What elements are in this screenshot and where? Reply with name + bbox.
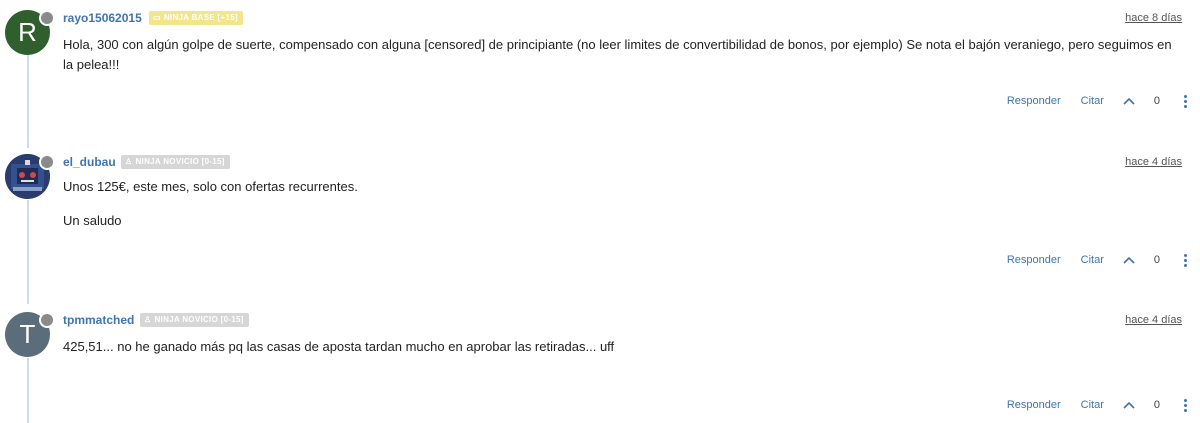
upvote-button[interactable] — [1122, 94, 1136, 108]
post-body: Unos 125€, este mes, solo con ofertas re… — [63, 177, 1183, 231]
rank-badge-label: NINJA NOVICIO [0-15] — [135, 157, 225, 166]
rank-badge: ▭ NINJA BASE [+15] — [149, 11, 243, 25]
post-timestamp[interactable]: hace 4 días — [1125, 312, 1182, 328]
vote-count: 0 — [1153, 95, 1160, 107]
chevron-up-icon — [1123, 401, 1135, 409]
status-indicator — [39, 154, 55, 170]
post-actions: Responder Citar 0 — [1007, 251, 1188, 269]
rank-badge: ♙ NINJA NOVICIO [0-15] — [121, 155, 230, 169]
post-paragraph: Unos 125€, este mes, solo con ofertas re… — [63, 179, 358, 194]
author-name[interactable]: tpmmatched — [63, 312, 134, 328]
post-timestamp[interactable]: hace 8 días — [1125, 10, 1182, 26]
post-paragraph: Un saludo — [63, 213, 122, 228]
rank-badge-label: NINJA BASE [+15] — [163, 13, 238, 22]
author-name[interactable]: el_dubau — [63, 154, 116, 170]
comment-post: R rayo15062015 ▭ NINJA BASE [+15] hace 8 … — [0, 10, 1200, 120]
figure-icon: ♙ — [144, 315, 152, 324]
comment-post: T tpmmatched ♙ NINJA NOVICIO [0-15] hace … — [0, 312, 1200, 423]
reply-button[interactable]: Responder — [1007, 399, 1061, 411]
vote-count: 0 — [1153, 254, 1160, 266]
post-body: 425,51... no he ganado más pq las casas … — [63, 337, 1183, 357]
quote-button[interactable]: Citar — [1081, 95, 1104, 107]
reply-button[interactable]: Responder — [1007, 254, 1061, 266]
more-options-icon[interactable] — [1182, 94, 1188, 108]
post-body: Hola, 300 con algún golpe de suerte, com… — [63, 35, 1183, 75]
rank-badge: ♙ NINJA NOVICIO [0-15] — [140, 313, 249, 327]
chevron-up-icon — [1123, 97, 1135, 105]
more-options-icon[interactable] — [1182, 398, 1188, 412]
upvote-button[interactable] — [1122, 398, 1136, 412]
post-paragraph: 425,51... no he ganado más pq las casas … — [63, 339, 615, 354]
reply-button[interactable]: Responder — [1007, 95, 1061, 107]
post-paragraph: Hola, 300 con algún golpe de suerte, com… — [63, 37, 1172, 72]
comment-post: el_dubau ♙ NINJA NOVICIO [0-15] hace 4 dí… — [0, 154, 1200, 284]
post-actions: Responder Citar 0 — [1007, 396, 1188, 414]
post-timestamp[interactable]: hace 4 días — [1125, 154, 1182, 170]
quote-button[interactable]: Citar — [1081, 254, 1104, 266]
post-actions: Responder Citar 0 — [1007, 92, 1188, 110]
figure-icon: ♙ — [125, 157, 133, 166]
ticket-icon: ▭ — [153, 13, 161, 22]
upvote-button[interactable] — [1122, 253, 1136, 267]
chevron-up-icon — [1123, 256, 1135, 264]
status-indicator — [39, 10, 55, 26]
status-indicator — [39, 312, 55, 328]
vote-count: 0 — [1153, 399, 1160, 411]
author-name[interactable]: rayo15062015 — [63, 10, 142, 26]
rank-badge-label: NINJA NOVICIO [0-15] — [154, 315, 244, 324]
more-options-icon[interactable] — [1182, 253, 1188, 267]
quote-button[interactable]: Citar — [1081, 399, 1104, 411]
